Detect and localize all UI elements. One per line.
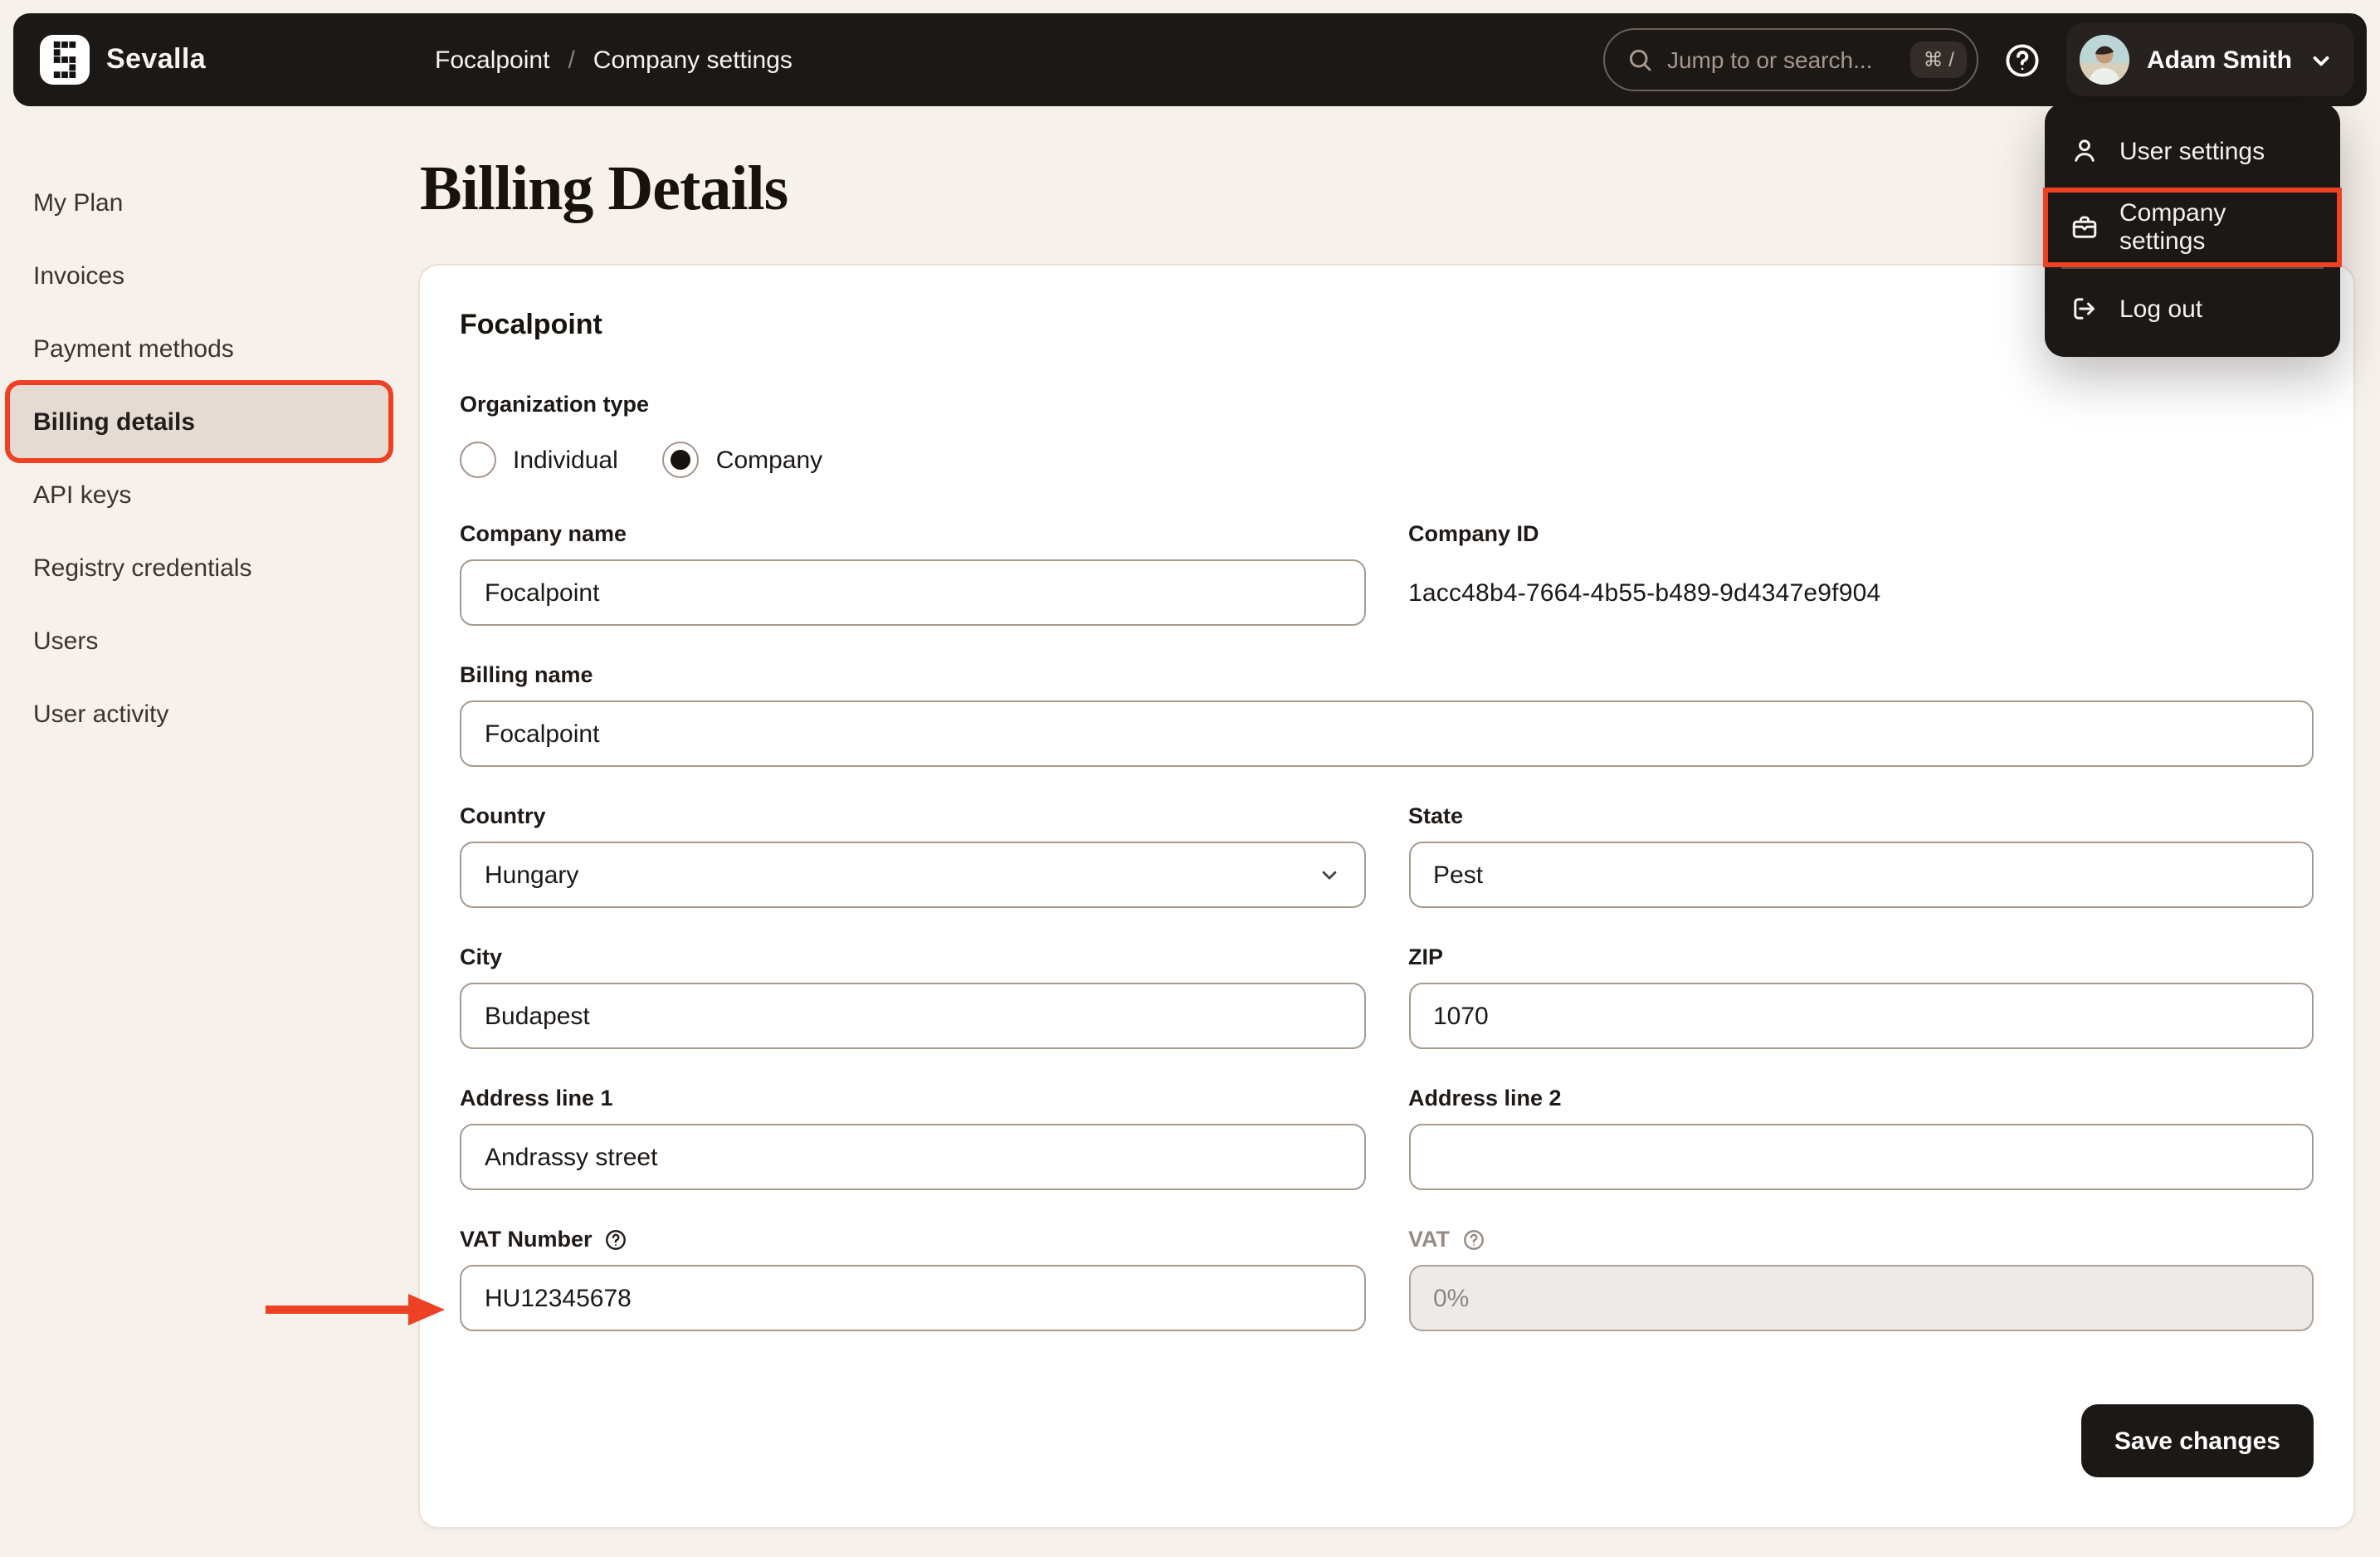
organization-type-group: Individual Company <box>460 442 2314 478</box>
menu-item-label: Company settings <box>2119 199 2226 256</box>
sidebar-item-my-plan[interactable]: My Plan <box>10 166 388 239</box>
search-icon <box>1627 46 1654 73</box>
field-address-line-2: Address line 2 <box>1408 1086 2314 1190</box>
radio-individual[interactable]: Individual <box>460 442 618 478</box>
field-zip: ZIP <box>1408 944 2314 1049</box>
company-name-label: Company name <box>460 521 627 546</box>
user-dropdown-menu: User settings Company settings Log out <box>2043 103 2342 357</box>
save-changes-button[interactable]: Save changes <box>2080 1404 2314 1477</box>
organization-type-label: Organization type <box>460 392 650 417</box>
vat-label: VAT <box>1408 1227 2314 1252</box>
breadcrumb: Focalpoint / Company settings <box>435 13 793 106</box>
billing-form: Company name Company ID 1acc48b4-7664-4b… <box>460 521 2314 1331</box>
help-button[interactable] <box>2004 41 2042 79</box>
question-circle-icon <box>2007 43 2040 76</box>
country-select[interactable]: Hungary <box>460 842 1365 908</box>
field-company-name: Company name <box>460 521 1365 626</box>
vat-number-input[interactable] <box>460 1265 1365 1331</box>
menu-item-user-settings[interactable]: User settings <box>2045 113 2340 189</box>
radio-company[interactable]: Company <box>662 442 822 478</box>
question-circle-icon[interactable] <box>1461 1228 1485 1251</box>
question-circle-icon[interactable] <box>604 1228 627 1251</box>
state-input[interactable] <box>1408 842 2314 908</box>
sidebar-item-user-activity[interactable]: User activity <box>10 677 388 750</box>
sevalla-logo-icon <box>40 35 90 85</box>
brand[interactable]: Sevalla <box>40 35 206 85</box>
sidebar-item-api-keys[interactable]: API keys <box>10 458 388 531</box>
address-line-1-input[interactable] <box>460 1124 1365 1190</box>
user-menu-button[interactable]: Adam Smith <box>2066 23 2353 96</box>
city-input[interactable] <box>460 983 1365 1049</box>
field-country: Country Hungary <box>460 803 1365 908</box>
country-selected-value: Hungary <box>485 861 579 889</box>
app-window: Sevalla Focalpoint / Company settings Ju… <box>0 0 2380 1557</box>
city-label: City <box>460 944 503 969</box>
field-address-line-1: Address line 1 <box>460 1086 1365 1190</box>
zip-label: ZIP <box>1408 944 1444 969</box>
field-state: State <box>1408 803 2314 908</box>
sidebar-item-payment-methods[interactable]: Payment methods <box>10 312 388 385</box>
brand-name: Sevalla <box>106 43 207 75</box>
radio-individual-circle[interactable] <box>460 442 496 478</box>
billing-name-input[interactable] <box>460 700 2314 767</box>
sidebar-item-billing-details[interactable]: Billing details <box>5 380 393 463</box>
radio-company-circle[interactable] <box>662 442 700 478</box>
vat-rate-input <box>1408 1265 2314 1331</box>
zip-input[interactable] <box>1408 983 2314 1049</box>
sidebar-item-registry-credentials[interactable]: Registry credentials <box>10 531 388 604</box>
company-id-label: Company ID <box>1408 521 1539 546</box>
field-company-id: Company ID 1acc48b4-7664-4b55-b489-9d434… <box>1408 521 2314 626</box>
annotation-arrow <box>266 1294 445 1325</box>
search-input[interactable]: Jump to or search... ⌘ / <box>1603 28 1979 91</box>
card-actions: Save changes <box>460 1404 2314 1477</box>
breadcrumb-separator: / <box>568 46 575 74</box>
topbar: Sevalla Focalpoint / Company settings Ju… <box>13 13 2367 106</box>
address-line-2-input[interactable] <box>1408 1124 2314 1190</box>
sidebar: My Plan Invoices Payment methods Billing… <box>0 166 418 750</box>
billing-name-label: Billing name <box>460 662 593 687</box>
field-billing-name: Billing name <box>460 662 2314 767</box>
menu-divider <box>2061 267 2324 269</box>
menu-item-company-settings[interactable]: Company settings <box>2043 188 2342 267</box>
card-heading: Focalpoint <box>460 309 602 340</box>
search-placeholder: Jump to or search... <box>1666 46 1873 73</box>
billing-details-card: Focalpoint Organization type Individual … <box>418 264 2355 1529</box>
company-name-input[interactable] <box>460 559 1365 626</box>
page-title: Billing Details <box>420 154 788 224</box>
field-city: City <box>460 944 1365 1049</box>
breadcrumb-page[interactable]: Company settings <box>593 46 793 74</box>
sidebar-item-users[interactable]: Users <box>10 604 388 677</box>
field-vat-number: VAT Number <box>460 1227 1365 1331</box>
search-shortcut-badge: ⌘ / <box>1909 41 1968 78</box>
briefcase-icon <box>2070 212 2100 242</box>
chevron-down-icon <box>2309 47 2334 72</box>
vat-number-label: VAT Number <box>460 1227 1365 1252</box>
user-icon <box>2070 136 2100 166</box>
country-label: Country <box>460 803 546 828</box>
menu-item-label: User settings <box>2119 137 2265 165</box>
logout-icon <box>2070 294 2100 324</box>
user-avatar <box>2080 35 2130 85</box>
topbar-right: Jump to or search... ⌘ / Adam Smith <box>1603 23 2353 96</box>
chevron-down-icon <box>1317 863 1340 886</box>
menu-item-label: Log out <box>2119 295 2203 323</box>
user-name: Adam Smith <box>2146 46 2292 74</box>
sidebar-item-invoices[interactable]: Invoices <box>10 239 388 312</box>
breadcrumb-project[interactable]: Focalpoint <box>435 46 549 74</box>
menu-item-log-out[interactable]: Log out <box>2045 271 2340 347</box>
company-id-value: 1acc48b4-7664-4b55-b489-9d4347e9f904 <box>1408 579 1881 608</box>
state-label: State <box>1408 803 1464 828</box>
field-vat: VAT <box>1408 1227 2314 1331</box>
address-line-1-label: Address line 1 <box>460 1086 613 1110</box>
address-line-2-label: Address line 2 <box>1408 1086 1562 1110</box>
